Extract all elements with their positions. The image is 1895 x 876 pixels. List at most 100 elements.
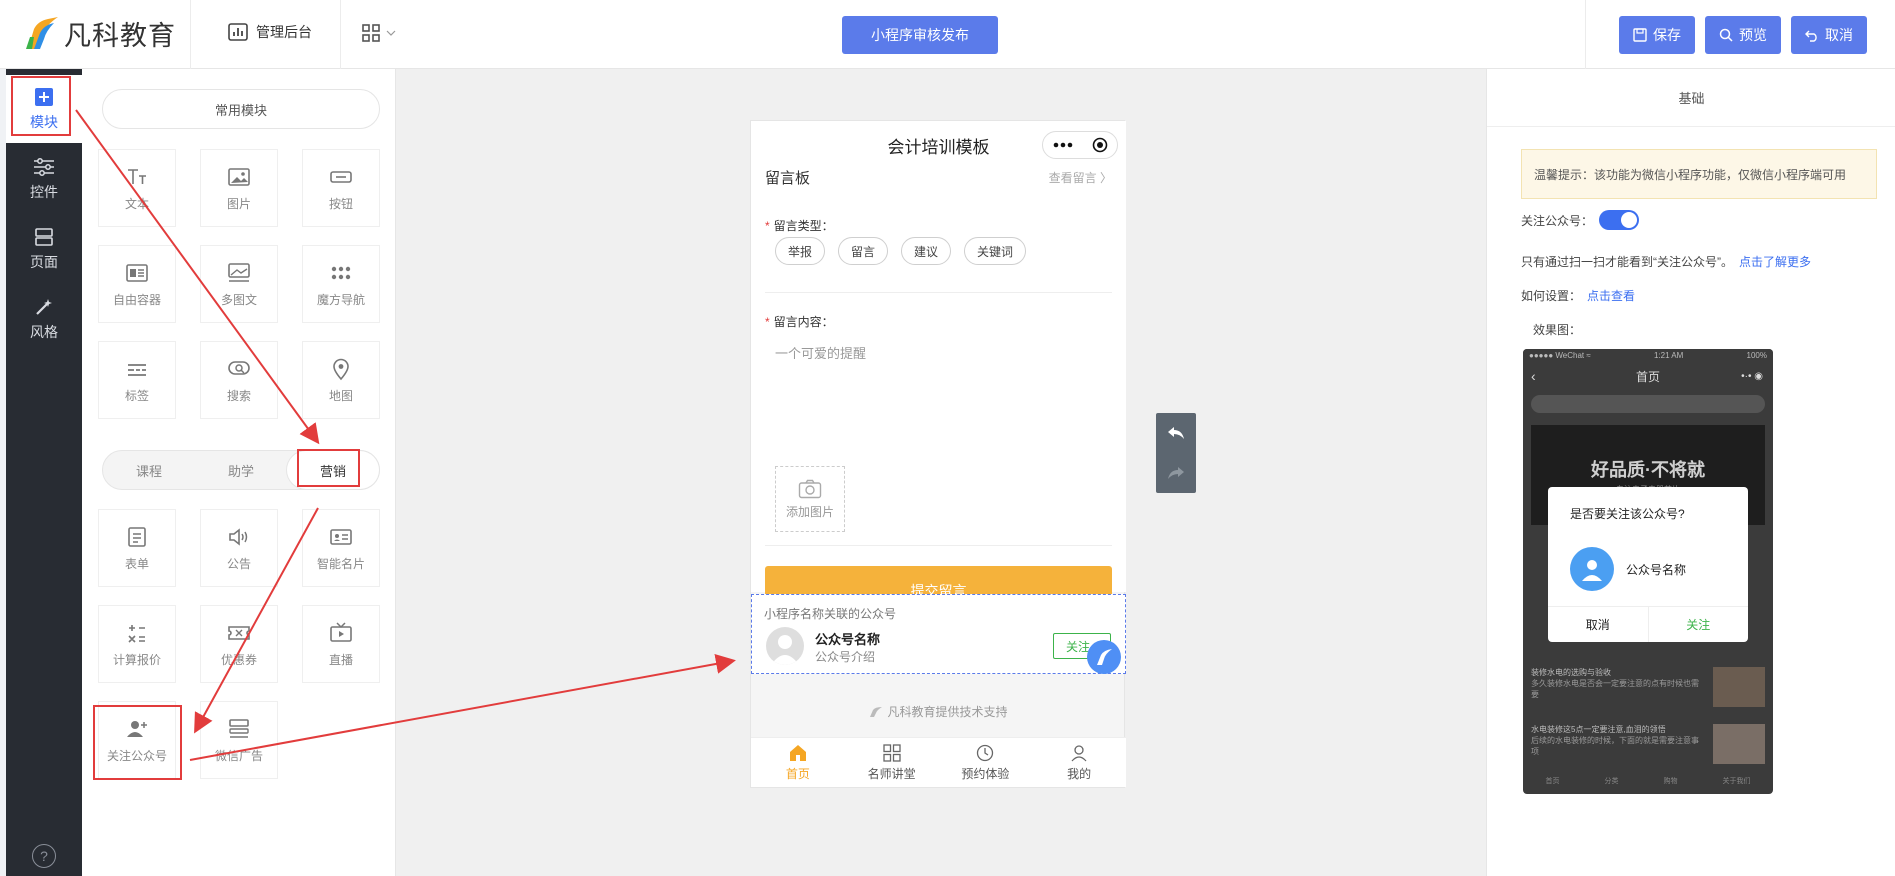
top-actions: 保存 预览 取消 bbox=[1619, 16, 1867, 54]
module-tile-magic-nav[interactable]: 魔方导航 bbox=[302, 245, 380, 323]
tv-icon bbox=[330, 621, 352, 642]
tile-label: 搜索 bbox=[226, 388, 251, 403]
save-icon bbox=[1633, 28, 1647, 42]
apps-menu[interactable] bbox=[362, 24, 396, 42]
admin-label: 管理后台 bbox=[256, 24, 312, 40]
phone-tab-bar: 首页 名师讲堂 预约体验 我的 bbox=[751, 737, 1126, 787]
grid-icon bbox=[882, 743, 901, 762]
how-to-row: 如何设置： 点击查看 bbox=[1521, 287, 1635, 304]
tile-label: 标签 bbox=[124, 388, 149, 403]
miniprogram-capsule[interactable] bbox=[1042, 131, 1118, 159]
module-tile-map[interactable]: 地图 bbox=[302, 341, 380, 419]
tile-label: 多图文 bbox=[220, 292, 257, 307]
container-icon bbox=[126, 263, 148, 282]
view-how-link[interactable]: 点击查看 bbox=[1587, 287, 1635, 304]
module-tile-notice[interactable]: 公告 bbox=[200, 509, 278, 587]
message-type-label: * 留言类型： bbox=[765, 219, 834, 233]
chevron-down-icon bbox=[386, 30, 396, 36]
redo-button[interactable] bbox=[1156, 453, 1196, 493]
module-tile-button[interactable]: 按钮 bbox=[302, 149, 380, 227]
module-tile-free-container[interactable]: 自由容器 bbox=[98, 245, 176, 323]
floating-logo-icon[interactable] bbox=[1087, 640, 1121, 674]
follow-official-account-module[interactable]: 小程序名称关联的公众号 公众号名称 公众号介绍 关注 bbox=[751, 594, 1126, 674]
help-icon[interactable]: ? bbox=[32, 844, 56, 868]
segment-course[interactable]: 课程 bbox=[103, 451, 195, 489]
annotation-box bbox=[11, 76, 71, 136]
type-chip[interactable]: 举报 bbox=[775, 237, 826, 265]
search-icon bbox=[228, 360, 250, 375]
tab-booking[interactable]: 预约体验 bbox=[939, 738, 1033, 787]
module-tile-calc-quote[interactable]: 计算报价 bbox=[98, 605, 176, 683]
preview-list-item: 装修水电的选购与验收 多久装修水电是否会一定要注意的点有时候也需要 bbox=[1531, 667, 1765, 713]
pages-icon bbox=[33, 226, 55, 248]
message-board-module[interactable]: 留言板 查看留言 〉 * 留言类型： 举报 留言 建议 关键词 * 留言内容： 一个… bbox=[751, 167, 1126, 616]
logo-mark-icon bbox=[24, 15, 60, 51]
how-to-label: 如何设置： bbox=[1521, 289, 1582, 303]
tech-support-footer: 凡科教育提供技术支持 bbox=[751, 703, 1126, 720]
search-icon bbox=[1719, 28, 1733, 42]
module-tile-form[interactable]: 表单 bbox=[98, 509, 176, 587]
module-tile-tag[interactable]: 标签 bbox=[98, 341, 176, 419]
chart-bars-icon bbox=[228, 23, 248, 41]
module-tile-wechat-ad[interactable]: 微信广告 bbox=[200, 701, 278, 779]
segment-study[interactable]: 助学 bbox=[195, 451, 287, 489]
sidebar-item-pages[interactable]: 页面 bbox=[6, 215, 82, 283]
sidebar-item-controls[interactable]: 控件 bbox=[6, 145, 82, 213]
preview-nav-bar: ‹ 首页 •·• ◉ bbox=[1531, 368, 1763, 384]
tile-label: 自由容器 bbox=[112, 292, 161, 307]
module-tile-image[interactable]: 图片 bbox=[200, 149, 278, 227]
preview-button[interactable]: 预览 bbox=[1705, 16, 1781, 54]
text-icon bbox=[128, 168, 146, 184]
divider bbox=[765, 292, 1112, 293]
user-icon bbox=[1071, 744, 1087, 761]
ad-icon bbox=[229, 718, 249, 738]
brand-logo[interactable]: 凡科教育 bbox=[24, 14, 176, 52]
scan-note-row: 只有通过扫一扫才能看到“关注公众号”。 点击了解更多 bbox=[1521, 253, 1811, 270]
speaker-icon bbox=[229, 527, 248, 546]
message-content-label: * 留言内容： bbox=[765, 315, 834, 329]
tab-teachers[interactable]: 名师讲堂 bbox=[845, 738, 939, 787]
view-messages-link[interactable]: 查看留言 〉 bbox=[1049, 169, 1112, 186]
tab-basic[interactable]: 基础 bbox=[1487, 69, 1895, 127]
coupon-icon bbox=[228, 625, 250, 640]
publish-button[interactable]: 小程序审核发布 bbox=[842, 16, 998, 54]
tile-label: 智能名片 bbox=[316, 556, 365, 571]
tile-label: 表单 bbox=[124, 556, 149, 571]
preview-search bbox=[1531, 395, 1765, 413]
learn-more-link[interactable]: 点击了解更多 bbox=[1739, 253, 1811, 270]
undo-button[interactable] bbox=[1156, 413, 1196, 453]
tab-home[interactable]: 首页 bbox=[751, 738, 845, 787]
undo-icon bbox=[1805, 30, 1817, 42]
module-tile-live[interactable]: 直播 bbox=[302, 605, 380, 683]
tab-mine[interactable]: 我的 bbox=[1032, 738, 1126, 787]
sidebar-item-style[interactable]: 风格 bbox=[6, 285, 82, 353]
dialog-actions: 取消 关注 bbox=[1548, 606, 1748, 642]
message-content-input[interactable]: 一个可爱的提醒 bbox=[775, 343, 866, 362]
module-tile-multi-image[interactable]: 多图文 bbox=[200, 245, 278, 323]
save-button[interactable]: 保存 bbox=[1619, 16, 1695, 54]
tile-label: 计算报价 bbox=[112, 652, 161, 667]
module-tile-coupon[interactable]: 优惠券 bbox=[200, 605, 278, 683]
form-icon bbox=[128, 526, 146, 547]
top-bar: 凡科教育 管理后台 小程序审核发布 保存 预览 取消 bbox=[0, 0, 1895, 69]
settings-panel: 基础 温馨提示：该功能为微信小程序功能，仅微信小程序端可用 关注公众号： 只有通… bbox=[1486, 69, 1895, 876]
module-tile-search[interactable]: 搜索 bbox=[200, 341, 278, 419]
type-chip[interactable]: 关键词 bbox=[964, 237, 1027, 265]
preview-list-item: 水电装修这5点一定要注意,血泪的领悟 后续的水电装修的时候，下面的就是需要注意事项 bbox=[1531, 724, 1765, 770]
sidebar-item-label: 控件 bbox=[30, 184, 58, 200]
sidebar-item-label: 风格 bbox=[30, 324, 58, 340]
cancel-button[interactable]: 取消 bbox=[1791, 16, 1867, 54]
module-tile-smart-card[interactable]: 智能名片 bbox=[302, 509, 380, 587]
type-chip[interactable]: 建议 bbox=[901, 237, 952, 265]
tile-label: 魔方导航 bbox=[316, 292, 365, 307]
module-tile-text[interactable]: 文本 bbox=[98, 149, 176, 227]
scan-note: 只有通过扫一扫才能看到“关注公众号”。 bbox=[1521, 255, 1733, 269]
follow-toggle[interactable] bbox=[1599, 210, 1640, 230]
dialog-cancel: 取消 bbox=[1548, 607, 1649, 642]
add-image-button[interactable]: 添加图片 bbox=[775, 466, 845, 532]
common-modules-header[interactable]: 常用模块 bbox=[102, 89, 380, 129]
type-chip[interactable]: 留言 bbox=[838, 237, 889, 265]
admin-link[interactable]: 管理后台 bbox=[228, 22, 312, 42]
grid-dots-icon bbox=[331, 266, 351, 279]
calculator-icon bbox=[128, 624, 145, 643]
